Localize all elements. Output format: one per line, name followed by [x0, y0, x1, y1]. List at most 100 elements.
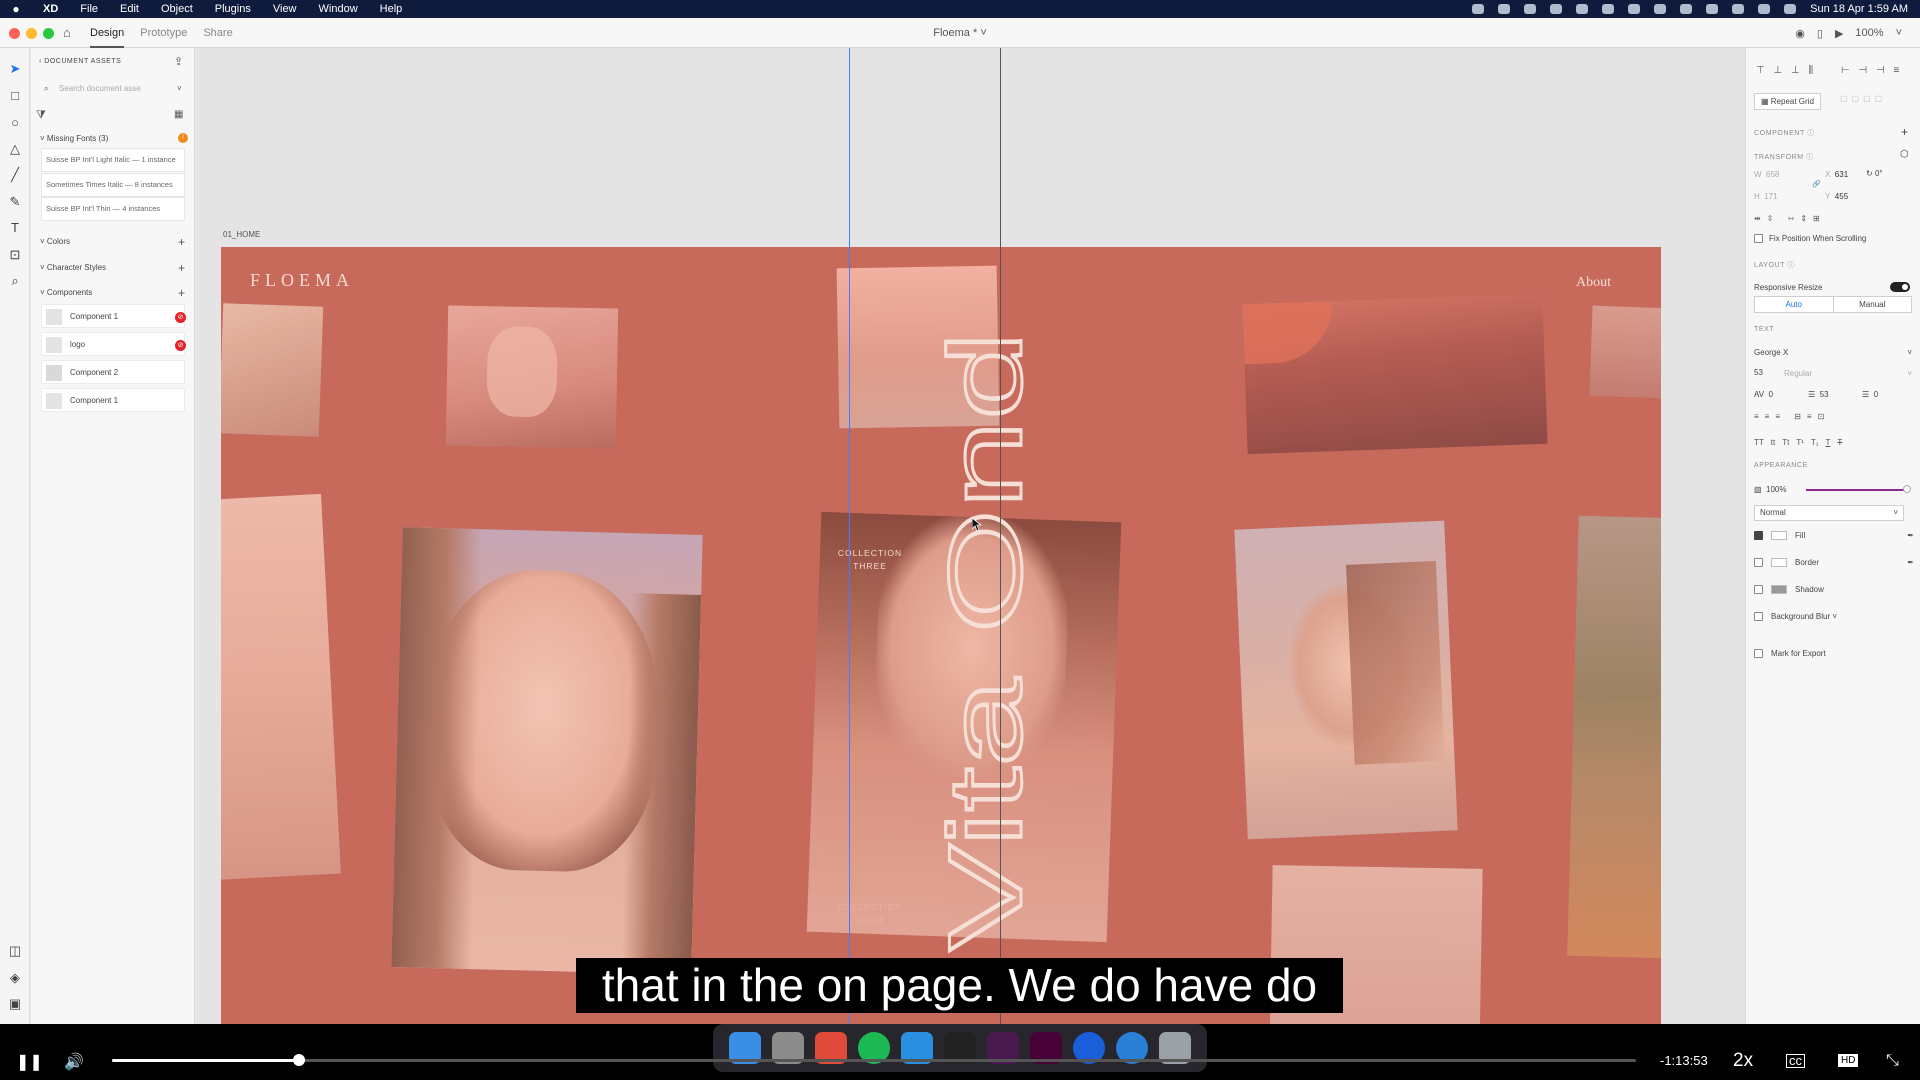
control-center-icon[interactable]	[1758, 4, 1771, 14]
menu-help[interactable]: Help	[369, 3, 414, 15]
eyedropper-icon[interactable]: ✒	[1907, 531, 1914, 540]
photo-card[interactable]	[221, 493, 341, 881]
filter-icon[interactable]: ⧩	[36, 109, 46, 122]
bluetooth-icon[interactable]	[1680, 4, 1693, 14]
select-tool-icon[interactable]: ➤	[6, 60, 24, 78]
tab-prototype[interactable]: Prototype	[140, 18, 187, 48]
vertical-title[interactable]: Vita Ond	[927, 330, 1046, 953]
opacity-slider-knob[interactable]	[1903, 485, 1911, 493]
text-tool-icon[interactable]: T	[6, 219, 24, 237]
lock-ratio-icon[interactable]: 🔗	[1812, 180, 1821, 188]
height-field[interactable]: H 171	[1754, 192, 1778, 201]
menu-object[interactable]: Object	[150, 3, 204, 15]
line-tool-icon[interactable]: ╱	[6, 166, 24, 184]
cloud-icon[interactable]	[1524, 4, 1537, 14]
distribute-icons[interactable]: ⊢ ⊣ ⊣ ≡	[1841, 65, 1902, 76]
opacity-field[interactable]: ▧ 100%	[1754, 485, 1786, 494]
photo-card[interactable]	[1567, 515, 1661, 959]
grid-view-icon[interactable]: ▦	[174, 109, 183, 120]
pause-icon[interactable]: ❚❚	[16, 1052, 43, 1072]
component-item[interactable]: Component 2	[41, 360, 185, 384]
menu-edit[interactable]: Edit	[109, 3, 150, 15]
tab-design[interactable]: Design	[90, 18, 125, 48]
link-broken-icon[interactable]: ⊘	[175, 312, 186, 323]
menu-plugins[interactable]: Plugins	[204, 3, 262, 15]
colors-section[interactable]: ˅ Colors +	[40, 235, 185, 249]
play-preview-icon[interactable]: ▶	[1835, 27, 1843, 40]
strikethrough-icon[interactable]: T	[1837, 438, 1842, 447]
photo-card[interactable]	[1589, 305, 1661, 399]
menu-app-name[interactable]: XD	[32, 3, 69, 15]
artboard-label[interactable]: 01_HOME	[223, 230, 260, 239]
background-blur-label[interactable]: Background Blur ˅	[1771, 612, 1837, 621]
globe-icon[interactable]	[1628, 4, 1641, 14]
missing-font-item[interactable]: Suisse BP Int'l Thin — 4 instances	[41, 197, 185, 221]
shadow-swatch[interactable]	[1771, 585, 1787, 594]
battery-icon[interactable]	[1654, 4, 1667, 14]
progress-thumb[interactable]	[293, 1054, 306, 1066]
zoom-window-button[interactable]	[43, 28, 54, 39]
polygon-tool-icon[interactable]: △	[6, 140, 24, 158]
artboard-tool-icon[interactable]: ⊡	[6, 246, 24, 264]
collection-four-label[interactable]: COLLECTION FOUR	[810, 901, 930, 927]
exit-fullscreen-icon[interactable]: ⤡	[1886, 1052, 1899, 1070]
search-icon[interactable]	[1732, 4, 1745, 14]
add-color-icon[interactable]: +	[178, 235, 185, 249]
zoom-tool-icon[interactable]: ⌕	[6, 272, 24, 290]
blend-mode-select[interactable]: Normal ˅	[1754, 505, 1904, 521]
play-circle-icon[interactable]	[1602, 4, 1615, 14]
eyedropper-icon[interactable]: ✒	[1907, 558, 1914, 567]
volume-icon[interactable]: 🔊	[64, 1052, 84, 1072]
apple-icon[interactable]: ●	[0, 2, 32, 16]
menu-view[interactable]: View	[262, 3, 308, 15]
export-icon[interactable]: ⇪	[174, 55, 183, 68]
add-component-icon[interactable]: +	[1901, 125, 1908, 139]
siri-icon[interactable]	[1784, 4, 1797, 14]
photo-card[interactable]	[445, 305, 619, 449]
creative-cloud-icon[interactable]	[1498, 4, 1511, 14]
record-icon[interactable]	[1472, 4, 1485, 14]
ellipse-tool-icon[interactable]: ○	[6, 114, 24, 132]
hd-icon[interactable]: HD	[1838, 1054, 1859, 1067]
menu-window[interactable]: Window	[308, 3, 369, 15]
checkbox[interactable]	[1754, 234, 1763, 243]
chevron-down-icon[interactable]: ˅	[1896, 27, 1902, 39]
vertical-title-svg[interactable]: Vita Ond	[921, 299, 1061, 959]
design-canvas[interactable]: 01_HOME FLOEMA About Vita Ond COLLECTION…	[196, 48, 1745, 1024]
add-component-icon[interactable]: +	[178, 286, 185, 300]
component-item[interactable]: Component 1	[41, 388, 185, 412]
menu-clock[interactable]: Sun 18 Apr 1:59 AM	[1810, 3, 1908, 15]
font-family-select[interactable]: George X ˅	[1754, 348, 1912, 357]
boolean-ops-icons[interactable]: ▢▢▢▢	[1840, 94, 1886, 103]
border-checkbox[interactable]	[1754, 558, 1763, 567]
photo-card[interactable]	[1242, 293, 1548, 455]
border-swatch[interactable]	[1771, 558, 1787, 567]
assets-icon[interactable]: ◫	[6, 942, 24, 960]
shadow-checkbox[interactable]	[1754, 585, 1763, 594]
components-section[interactable]: ˅ Components +	[40, 286, 185, 300]
photo-card[interactable]	[221, 303, 324, 437]
floema-logo[interactable]: FLOEMA	[250, 270, 354, 291]
asset-search-input[interactable]: ⌕ Search document asse ˅	[40, 80, 187, 97]
y-field[interactable]: Y 455	[1825, 192, 1848, 201]
fill-checkbox[interactable]	[1754, 531, 1763, 540]
zoom-level[interactable]: 100%	[1855, 27, 1883, 39]
sync-icon[interactable]	[1550, 4, 1563, 14]
assets-header[interactable]: ‹ DOCUMENT ASSETS	[39, 58, 121, 65]
char-spacing-field[interactable]: AV 0	[1754, 390, 1773, 399]
artboard-home[interactable]: FLOEMA About Vita Ond COLLECTION THREE C…	[221, 247, 1661, 1024]
paragraph-spacing-field[interactable]: ☰ 0	[1862, 390, 1878, 399]
fill-swatch[interactable]	[1771, 531, 1787, 540]
add-character-style-icon[interactable]: +	[178, 261, 185, 275]
collection-three-label[interactable]: COLLECTION THREE	[810, 547, 930, 573]
repeat-grid-button[interactable]: ▦ Repeat Grid	[1754, 93, 1821, 110]
menu-file[interactable]: File	[69, 3, 109, 15]
pen-tool-icon[interactable]: ✎	[6, 193, 24, 211]
text-case-icons[interactable]: TT tt Tt T¹ T₁ T T	[1754, 438, 1842, 447]
link-broken-icon[interactable]: ⊘	[175, 340, 186, 351]
character-styles-section[interactable]: ˅ Character Styles +	[40, 261, 185, 275]
minimize-window-button[interactable]	[26, 28, 37, 39]
photo-card[interactable]	[391, 527, 703, 975]
lowercase-icon[interactable]: tt	[1771, 438, 1775, 447]
3d-transform-icon[interactable]: ⬡	[1900, 149, 1909, 160]
